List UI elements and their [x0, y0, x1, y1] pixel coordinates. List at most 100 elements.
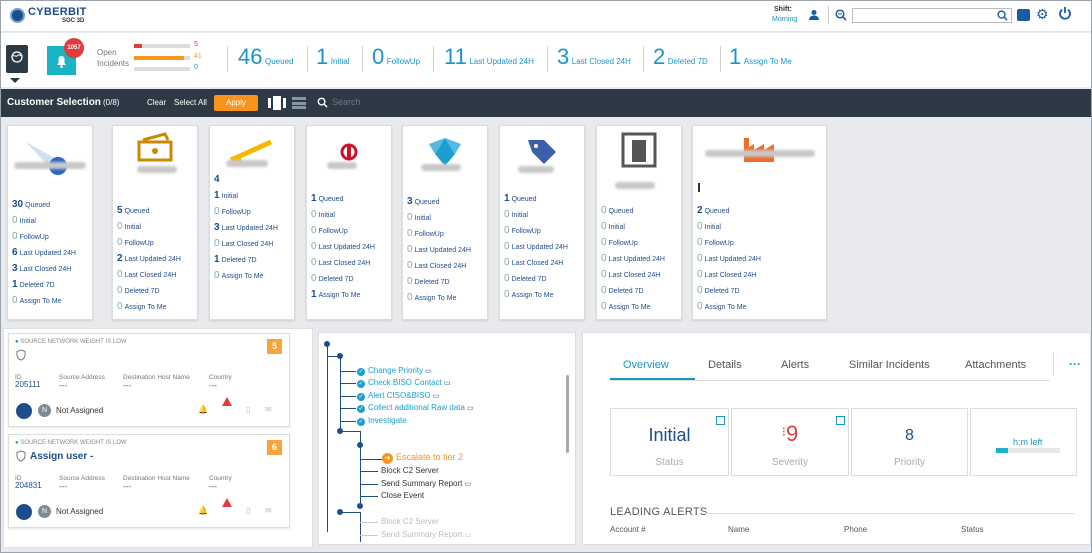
gear-icon[interactable]: ⚙ — [1036, 6, 1049, 23]
card-stat-row[interactable]: 0 Initial — [504, 209, 528, 220]
card-stat-row[interactable]: 0 Initial — [12, 215, 36, 226]
stat-initial[interactable]: 1 Initial — [316, 44, 349, 70]
card-stat-row[interactable]: 0 FollowUp — [407, 228, 444, 239]
incident-card[interactable]: ● SOURCE NETWORK WEIGHT IS LOW 6 Assign us… — [8, 434, 290, 528]
stat-followup[interactable]: 0 FollowUp — [372, 44, 420, 70]
customer-card[interactable]: 4 1 Initial 0 FollowUp 3 Last Updated 24H 0 Last… — [209, 125, 295, 320]
customer-card[interactable]: 5 Queued 0 Initial 0 FollowUp 2 Last Updated 24… — [112, 125, 198, 320]
card-stat-row[interactable]: 0 Assign To Me — [601, 301, 650, 312]
card-stat-row[interactable]: 0 Last Closed 24H — [214, 238, 273, 249]
card-stat-row[interactable]: 0 Last Closed 24H — [601, 269, 660, 280]
warning-icon[interactable] — [222, 397, 232, 406]
shift-value[interactable]: Morning — [772, 16, 797, 23]
mail-icon[interactable]: ✉ — [265, 506, 272, 515]
search-icon[interactable] — [997, 10, 1008, 23]
apply-button[interactable]: Apply — [214, 95, 258, 111]
customer-card[interactable]: 2 Queued 0 Initial 0 FollowUp 0 Last Updated 24… — [692, 125, 827, 320]
assignee-name[interactable]: Not Assigned — [56, 507, 103, 516]
incident-card[interactable]: ● SOURCE NETWORK WEIGHT IS LOW 5 ID 205111 S… — [8, 333, 290, 427]
attachment-icon[interactable]: ▯ — [246, 506, 250, 515]
card-stat-row[interactable]: 0 Assign To Me — [214, 270, 263, 281]
chevron-down-icon[interactable] — [10, 78, 20, 83]
card-stat-row[interactable]: 0 FollowUp — [601, 237, 638, 248]
stat-assign-to-me[interactable]: 1 Assign To Me — [729, 44, 792, 70]
more-options-icon[interactable]: ··· — [1069, 357, 1081, 371]
card-stat-row[interactable]: 0 FollowUp — [117, 237, 154, 248]
card-stat-row[interactable]: 1 Deleted 7D — [12, 279, 55, 290]
card-stat-row[interactable]: 0 Last Updated 24H — [697, 253, 761, 264]
card-stat-row[interactable]: 1 Initial — [214, 190, 238, 201]
card-stat-row[interactable]: 3 Last Closed 24H — [12, 263, 71, 274]
card-stat-row[interactable]: 0 Deleted 7D — [407, 276, 450, 287]
incident-title[interactable]: Assign user - — [30, 451, 93, 462]
card-stat-row[interactable]: 0 Last Updated 24H — [504, 241, 568, 252]
card-stat-row[interactable]: 0 Queued — [601, 205, 633, 216]
chat-icon[interactable] — [1017, 9, 1030, 21]
workflow-step-done[interactable]: ✓ Investigate — [357, 416, 407, 426]
card-stat-row[interactable]: 0 Last Updated 24H — [311, 241, 375, 252]
card-stat-row[interactable]: 0 FollowUp — [504, 225, 541, 236]
power-icon[interactable] — [1058, 6, 1072, 22]
card-stat-row[interactable]: 0 Assign To Me — [12, 295, 61, 306]
card-stat-row[interactable]: 0 Assign To Me — [504, 289, 553, 300]
card-stat-row[interactable]: 0 Assign To Me — [117, 301, 166, 312]
comment-icon[interactable]: ▭ — [464, 532, 471, 539]
warning-icon[interactable] — [222, 498, 232, 507]
card-stat-row[interactable]: 0 Deleted 7D — [697, 285, 740, 296]
header-search-input[interactable] — [852, 8, 1012, 23]
card-view-icon[interactable] — [268, 96, 286, 110]
comment-icon[interactable]: ▭ — [464, 481, 471, 488]
card-stat-row[interactable]: 30 Queued — [12, 199, 50, 210]
comment-icon[interactable]: ▭ — [433, 393, 440, 400]
card-stat-row[interactable]: 5 Queued — [117, 205, 149, 216]
card-stat-row[interactable]: 1 Queued — [504, 193, 536, 204]
edit-icon[interactable] — [716, 416, 725, 425]
card-stat-row[interactable]: 0 Last Closed 24H — [117, 269, 176, 280]
comment-icon[interactable]: ▭ — [444, 380, 451, 387]
card-stat-row[interactable]: 0 Last Closed 24H — [697, 269, 756, 280]
mail-icon[interactable]: ✉ — [265, 405, 272, 414]
customer-card[interactable]: 0 Queued 0 Initial 0 FollowUp 0 Last Updated 24… — [596, 125, 682, 320]
card-stat-row[interactable]: 0 Assign To Me — [697, 301, 746, 312]
workflow-step-done[interactable]: ✓ Check BISO Contact ▭ — [357, 378, 450, 388]
bell-icon[interactable]: 🔔 — [198, 405, 208, 414]
tab-similar-incidents[interactable]: Similar Incidents — [849, 359, 930, 371]
card-stat-row[interactable]: 2 Queued — [697, 205, 729, 216]
assignee-name[interactable]: Not Assigned — [56, 406, 103, 415]
workflow-step-done[interactable]: ✓ Change Priority ▭ — [357, 366, 432, 376]
card-stat-row[interactable]: 0 Last Updated 24H — [407, 244, 471, 255]
bell-icon[interactable]: 🔔 — [198, 506, 208, 515]
customer-card[interactable]: 1 Queued 0 Initial 0 FollowUp 0 Last Updated 24… — [306, 125, 392, 320]
card-stat-row[interactable]: 1 Assign To Me — [311, 289, 360, 300]
card-stat-row[interactable]: 1 Queued — [311, 193, 343, 204]
stat-last-closed[interactable]: 3 Last Closed 24H — [557, 44, 631, 70]
card-stat-row[interactable]: 0 Initial — [407, 212, 431, 223]
tab-attachments[interactable]: Attachments — [965, 359, 1026, 371]
stat-deleted[interactable]: 2 Deleted 7D — [653, 44, 708, 70]
stat-last-updated[interactable]: 11 Last Updated 24H — [444, 44, 534, 70]
card-stat-row[interactable]: 0 Last Closed 24H — [504, 257, 563, 268]
edit-icon[interactable] — [836, 416, 845, 425]
column-header-status[interactable]: Status — [961, 525, 984, 534]
workflow-step-pending[interactable]: Close Event — [381, 491, 424, 500]
card-stat-row[interactable]: 0 FollowUp — [12, 231, 49, 242]
card-stat-row[interactable]: 0 Last Closed 24H — [407, 260, 466, 271]
card-stat-row[interactable]: 0 Initial — [697, 221, 721, 232]
comment-icon[interactable]: ▭ — [467, 405, 474, 412]
card-stat-row[interactable]: 2 Last Updated 24H — [117, 253, 181, 264]
tab-details[interactable]: Details — [708, 359, 742, 371]
workflow-step-inactive[interactable]: Send Summary Report ▭ — [381, 530, 471, 539]
card-stat-row[interactable]: 0 Deleted 7D — [601, 285, 644, 296]
zoom-icon[interactable] — [835, 9, 847, 23]
workflow-step-escalate[interactable]: ➜ Escalate to tier 2 — [382, 452, 463, 464]
tab-overview[interactable]: Overview — [623, 359, 669, 371]
globe-menu-button[interactable] — [6, 45, 28, 73]
card-stat-row[interactable]: 0 Initial — [117, 221, 141, 232]
card-stat-row[interactable]: 0 Last Updated 24H — [601, 253, 665, 264]
column-header-name[interactable]: Name — [728, 525, 749, 534]
workflow-step-pending[interactable]: Send Summary Report ▭ — [381, 479, 471, 488]
workflow-step-done[interactable]: ✓ Collect additional Raw data ▭ — [357, 403, 474, 413]
comment-icon[interactable]: ▭ — [425, 368, 432, 375]
card-stat-row[interactable]: 0 FollowUp — [214, 206, 251, 217]
customer-card[interactable]: 1 Queued 0 Initial 0 FollowUp 0 Last Updated 24… — [499, 125, 585, 320]
